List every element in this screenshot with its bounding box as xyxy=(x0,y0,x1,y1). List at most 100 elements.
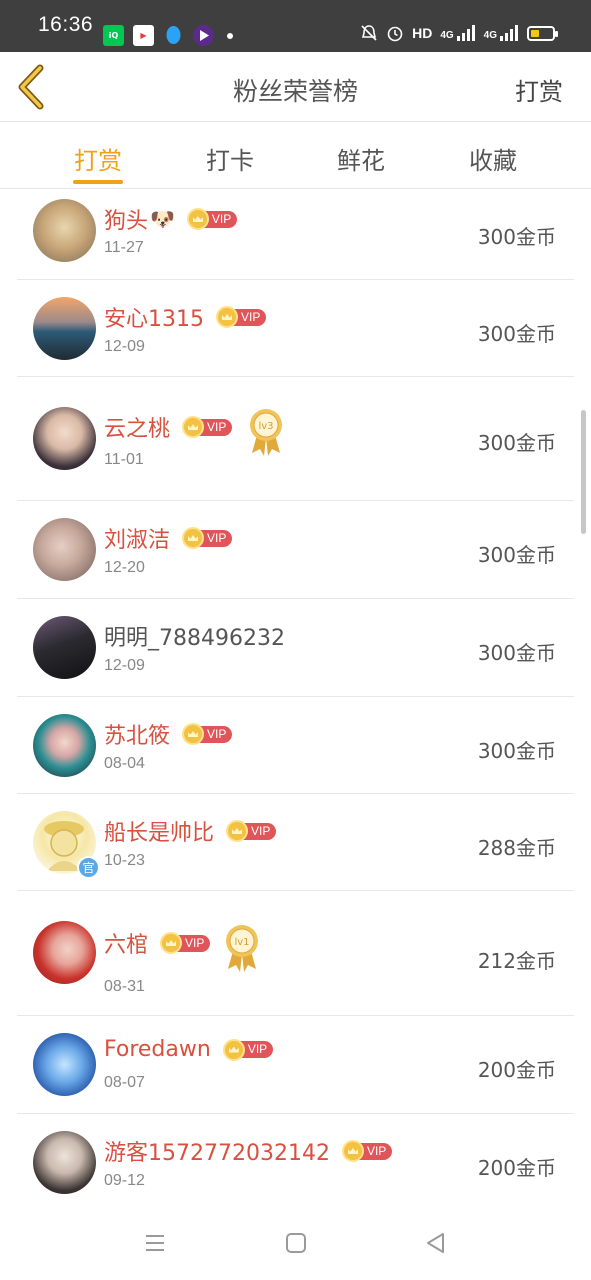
avatar[interactable] xyxy=(33,518,96,581)
avatar[interactable] xyxy=(33,616,96,679)
reward-date: 11-27 xyxy=(104,239,144,256)
list-item[interactable]: 官 船长是帅比 VIP 10-23 288金币 xyxy=(17,794,574,891)
vip-badge: VIP xyxy=(182,723,233,745)
tab-bar: 打赏 打卡 鲜花 收藏 xyxy=(0,123,591,189)
network-4g-2: 4G xyxy=(484,25,519,41)
name-line: 六棺 VIP xyxy=(104,927,211,959)
tab-label: 收藏 xyxy=(469,147,517,175)
tencent-video-icon: ▶ xyxy=(133,25,154,46)
video-app-icon xyxy=(193,25,214,46)
crown-icon xyxy=(186,208,209,230)
vip-badge: VIP xyxy=(222,1038,274,1061)
user-name: 明明_788496232 xyxy=(104,626,285,651)
reward-amount: 300金币 xyxy=(477,641,556,665)
user-name: 船长是帅比 xyxy=(104,821,215,846)
list-item[interactable]: 刘淑洁 VIP 12-20 300金币 xyxy=(17,501,574,599)
avatar[interactable] xyxy=(33,1131,96,1194)
reward-amount: 300金币 xyxy=(477,322,556,346)
user-name: 狗头 xyxy=(104,209,149,234)
list-item[interactable]: 云之桃 VIP lv3 11-01 300金币 xyxy=(17,377,574,501)
alarm-icon xyxy=(387,26,403,42)
iqiyi-icon: iQ xyxy=(103,25,124,46)
tab-label: 打赏 xyxy=(74,147,122,175)
avatar[interactable] xyxy=(33,199,96,262)
medal-level: lv3 xyxy=(258,421,273,432)
tab-label: 鲜花 xyxy=(337,147,385,175)
reward-date: 09-12 xyxy=(104,1172,145,1189)
list-item[interactable]: Foredawn VIP 08-07 200金币 xyxy=(17,1016,574,1114)
reward-button[interactable]: 打赏 xyxy=(515,72,563,107)
signal-icon xyxy=(456,25,475,41)
system-nav-bar xyxy=(0,1208,591,1280)
reward-amount: 200金币 xyxy=(477,1058,556,1082)
name-line: 安心1315 VIP xyxy=(104,301,267,333)
reward-amount: 300金币 xyxy=(477,543,556,567)
avatar[interactable] xyxy=(33,714,96,777)
medal-level: lv1 xyxy=(234,937,249,948)
battery-icon xyxy=(527,25,558,41)
name-line: 苏北筱 VIP xyxy=(104,718,233,750)
medal-icon: lv1 xyxy=(226,925,258,972)
tab-flowers[interactable]: 鲜花 xyxy=(311,141,411,176)
top-nav-bar: 粉丝荣誉榜 打赏 xyxy=(0,52,591,122)
official-badge: 官 xyxy=(77,856,100,879)
tab-reward[interactable]: 打赏 xyxy=(48,141,148,184)
user-name: 六棺 xyxy=(104,933,149,958)
reward-date: 12-20 xyxy=(104,559,145,576)
reward-date: 12-09 xyxy=(104,657,145,674)
official-badge-label: 官 xyxy=(82,861,95,875)
signal-icon xyxy=(500,25,518,41)
vip-badge: VIP xyxy=(182,527,233,549)
list-item[interactable]: 安心1315 VIP 12-09 300金币 xyxy=(17,280,574,377)
page-title: 粉丝荣誉榜 xyxy=(232,77,358,106)
qq-icon xyxy=(163,25,184,46)
list-item[interactable]: 狗头 🐶 VIP 11-27 300金币 xyxy=(17,189,574,280)
name-line: 游客1572772032142 VIP xyxy=(104,1135,393,1167)
user-name: 云之桃 xyxy=(104,417,171,442)
user-name: Foredawn xyxy=(104,1037,211,1062)
vip-badge: VIP xyxy=(182,416,233,438)
crown-icon xyxy=(222,1038,245,1061)
reward-date: 08-31 xyxy=(104,978,145,995)
reward-amount: 288金币 xyxy=(477,836,556,860)
crown-icon xyxy=(160,932,183,954)
reward-amount: 300金币 xyxy=(477,739,556,763)
medal-icon: lv3 xyxy=(250,409,282,456)
crown-icon xyxy=(182,416,205,438)
list-item[interactable]: 明明_788496232 12-09 300金币 xyxy=(17,599,574,697)
crown-icon xyxy=(226,820,249,842)
reward-amount: 300金币 xyxy=(477,431,556,455)
tab-favorites[interactable]: 收藏 xyxy=(443,141,543,176)
avatar[interactable] xyxy=(33,1033,96,1096)
list-item[interactable]: 苏北筱 VIP 08-04 300金币 xyxy=(17,697,574,794)
list-item[interactable]: 六棺 VIP lv1 08-31 212金币 xyxy=(17,891,574,1016)
vip-badge: VIP xyxy=(216,306,267,328)
avatar[interactable] xyxy=(33,921,96,984)
reward-date: 11-01 xyxy=(104,451,144,468)
crown-icon xyxy=(182,527,205,549)
user-name: 游客1572772032142 xyxy=(104,1141,330,1166)
status-app-icons: iQ ▶ xyxy=(103,25,233,46)
name-line: 狗头 🐶 VIP xyxy=(104,203,238,235)
vip-badge: VIP xyxy=(186,208,238,230)
reward-date: 08-04 xyxy=(104,755,145,772)
list-item[interactable]: 游客1572772032142 VIP 09-12 200金币 xyxy=(17,1114,574,1208)
reward-date: 12-09 xyxy=(104,338,145,355)
avatar[interactable] xyxy=(33,407,96,470)
menu-icon[interactable] xyxy=(142,1230,168,1256)
avatar[interactable] xyxy=(33,297,96,360)
home-icon[interactable] xyxy=(283,1230,309,1256)
tab-checkin[interactable]: 打卡 xyxy=(180,141,280,176)
fan-ranking-list: 狗头 🐶 VIP 11-27 300金币 安心1315 VIP 12-09 30… xyxy=(0,189,591,1208)
crown-icon xyxy=(182,723,205,745)
name-line: 刘淑洁 VIP xyxy=(104,522,233,554)
name-line: 云之桃 VIP xyxy=(104,411,233,443)
vip-badge: VIP xyxy=(341,1140,393,1162)
user-name: 苏北筱 xyxy=(104,724,171,749)
status-time: 16:36 xyxy=(38,13,94,36)
scrollbar[interactable] xyxy=(581,410,586,534)
active-tab-indicator xyxy=(73,180,123,184)
reward-date: 10-23 xyxy=(104,852,145,869)
status-indicators: HD 4G 4G xyxy=(360,24,558,42)
back-nav-icon[interactable] xyxy=(423,1230,449,1256)
